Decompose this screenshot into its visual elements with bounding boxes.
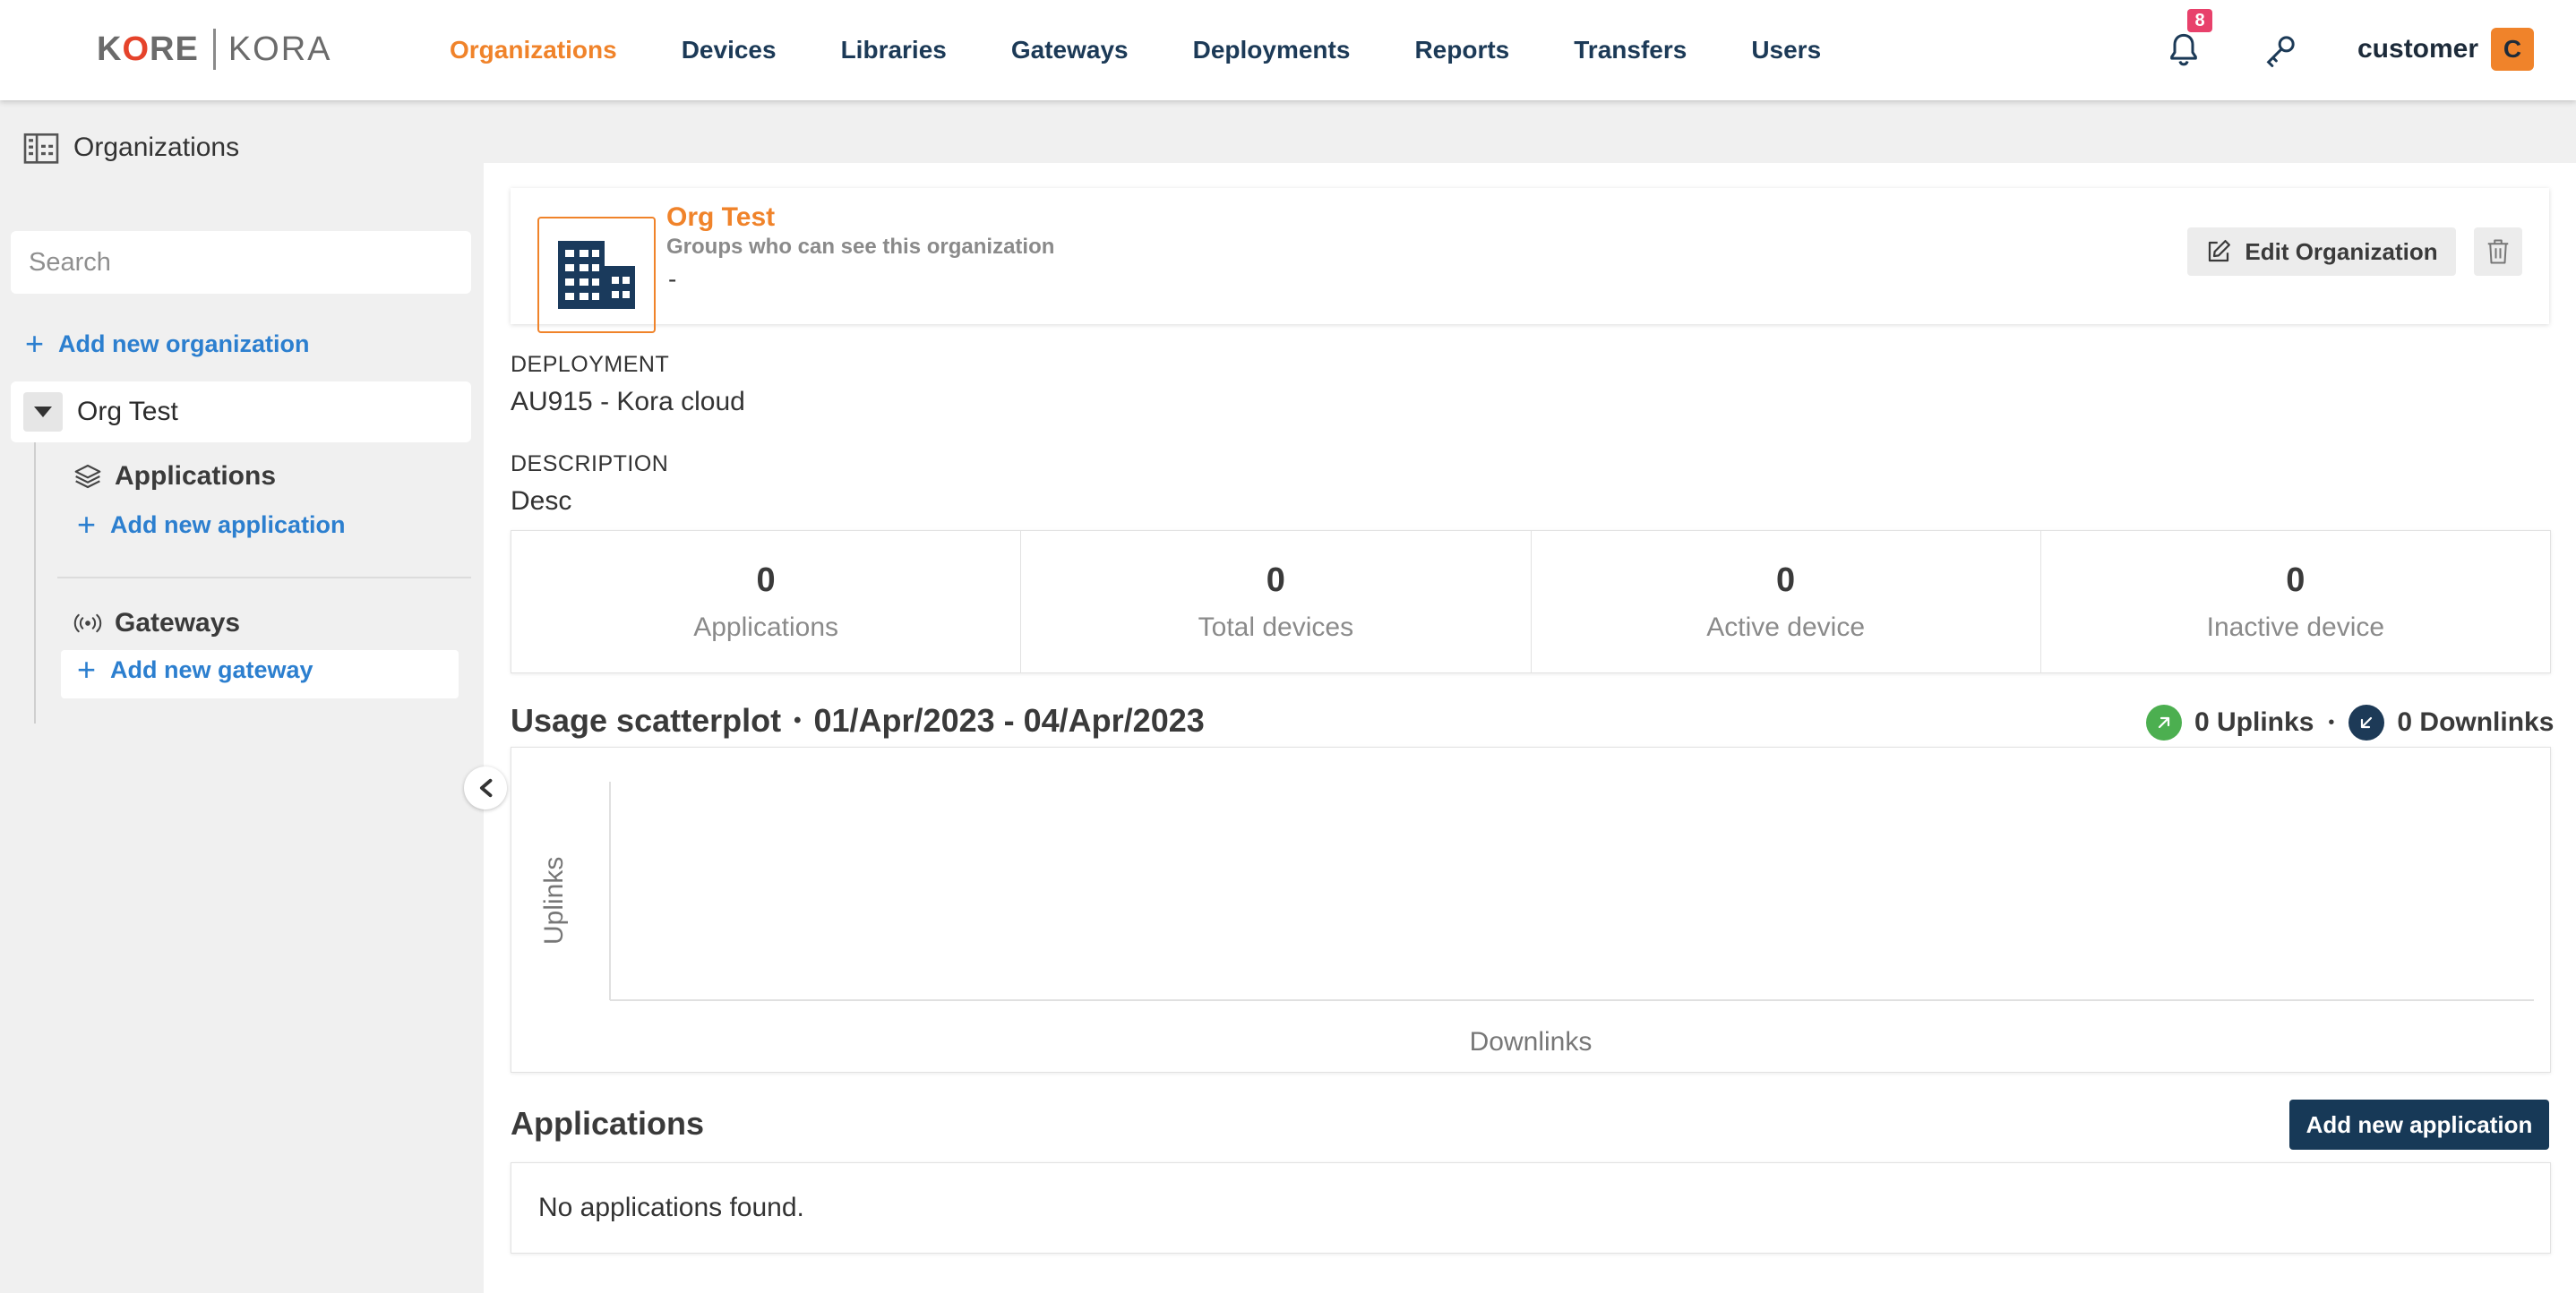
search-input[interactable]	[11, 231, 471, 294]
deployment-value: AU915 - Kora cloud	[511, 387, 745, 416]
downlink-arrow-icon	[2348, 705, 2385, 741]
stat-active-device: 0 Active device	[1532, 531, 2041, 672]
org-building-icon	[537, 217, 656, 333]
section-divider	[57, 577, 471, 578]
nav-deployments[interactable]: Deployments	[1193, 36, 1351, 64]
y-axis-label: Uplinks	[539, 856, 569, 945]
separator-dot: •	[2328, 712, 2335, 732]
groups-label: Groups who can see this organization	[666, 235, 1055, 259]
plus-icon: +	[25, 325, 45, 362]
layers-icon	[74, 464, 101, 489]
collapse-sidebar-button[interactable]	[464, 766, 507, 809]
brand-kora: KORA	[228, 30, 332, 68]
edit-organization-button[interactable]: Edit Organization	[2187, 227, 2456, 276]
add-gateway-label: Add new gateway	[110, 655, 313, 683]
notification-count-badge: 8	[2187, 9, 2212, 32]
antenna-icon	[73, 613, 102, 633]
usage-title-text: Usage scatterplot	[511, 702, 782, 739]
org-tree-name: Org Test	[77, 397, 178, 426]
downlinks-count: 0 Downlinks	[2397, 707, 2555, 737]
tree-connector	[34, 442, 36, 724]
building-icon	[23, 133, 59, 164]
nav-transfers[interactable]: Transfers	[1574, 36, 1687, 64]
add-new-application-button[interactable]: Add new application	[2289, 1100, 2549, 1150]
plus-icon: +	[77, 506, 97, 543]
trash-icon	[2487, 239, 2509, 264]
uplink-arrow-icon	[2146, 705, 2182, 741]
stats-panel: 0 Applications 0 Total devices 0 Active …	[511, 530, 2551, 673]
description-label: DESCRIPTION	[511, 451, 669, 476]
uplinks-count: 0 Uplinks	[2194, 707, 2314, 737]
stat-label: Total devices	[1198, 612, 1354, 642]
usage-scatterplot-title: Usage scatterplot • 01/Apr/2023 - 04/Apr…	[511, 702, 1205, 740]
scatter-plot-svg	[609, 782, 2534, 1001]
stat-label: Inactive device	[2206, 612, 2385, 642]
stat-value: 0	[2286, 561, 2306, 599]
delete-organization-button[interactable]	[2474, 227, 2522, 276]
avatar: C	[2491, 28, 2535, 71]
applications-section-title: Applications	[511, 1105, 705, 1142]
nav-users[interactable]: Users	[1751, 36, 1821, 64]
applications-section-label: Applications	[115, 461, 277, 491]
deployment-label: DEPLOYMENT	[511, 352, 670, 377]
plus-icon: +	[77, 651, 97, 688]
key-icon[interactable]	[2263, 32, 2298, 68]
x-axis-label: Downlinks	[1469, 1027, 1593, 1057]
stat-inactive-device: 0 Inactive device	[2041, 531, 2550, 672]
stat-value: 0	[756, 561, 776, 599]
org-title[interactable]: Org Test	[666, 202, 775, 233]
caret-down-icon[interactable]	[23, 392, 63, 432]
add-new-organization-link[interactable]: + Add new organization	[25, 328, 310, 360]
main-nav: Organizations Devices Libraries Gateways…	[450, 0, 1885, 100]
stat-label: Active device	[1706, 612, 1865, 642]
applications-list: No applications found.	[511, 1162, 2551, 1254]
logo-divider	[212, 29, 216, 70]
add-new-gateway-link[interactable]: + Add new gateway	[77, 654, 313, 686]
brand-kore: KORE	[97, 30, 199, 68]
nav-reports[interactable]: Reports	[1414, 36, 1509, 64]
gateways-section-label: Gateways	[115, 608, 241, 638]
stat-label: Applications	[693, 612, 838, 642]
kore-kora-logo[interactable]: KORE KORA	[97, 27, 332, 72]
username: customer	[2357, 34, 2479, 64]
user-menu[interactable]: customer C	[2357, 27, 2535, 72]
usage-scatter-chart: Uplinks Downlinks	[511, 747, 2551, 1073]
stat-total-devices: 0 Total devices	[1021, 531, 1532, 672]
applications-section-header[interactable]: Applications	[73, 457, 276, 496]
sidebar-title: Organizations	[23, 125, 239, 170]
edit-icon	[2209, 240, 2231, 262]
nav-libraries[interactable]: Libraries	[841, 36, 947, 64]
separator-dot: •	[794, 708, 802, 732]
empty-state-text: No applications found.	[538, 1193, 804, 1222]
top-navbar: KORE KORA Organizations Devices Librarie…	[0, 0, 2576, 100]
gateways-section-header[interactable]: Gateways	[73, 604, 240, 643]
stat-value: 0	[1776, 561, 1796, 599]
description-value: Desc	[511, 486, 572, 516]
add-application-label: Add new application	[110, 510, 346, 538]
add-org-label: Add new organization	[58, 330, 310, 357]
usage-legend: 0 Uplinks • 0 Downlinks	[2146, 702, 2554, 743]
usage-date-range: 01/Apr/2023 - 04/Apr/2023	[813, 702, 1205, 739]
nav-gateways[interactable]: Gateways	[1011, 36, 1129, 64]
chevron-left-icon	[479, 778, 493, 798]
bell-icon[interactable]	[2166, 30, 2202, 70]
stat-applications: 0 Applications	[511, 531, 1022, 672]
edit-organization-label: Edit Organization	[2245, 237, 2438, 265]
org-tree-item[interactable]: Org Test	[11, 381, 471, 442]
groups-value: -	[668, 265, 677, 293]
nav-organizations[interactable]: Organizations	[450, 36, 617, 64]
sidebar-title-label: Organizations	[73, 133, 240, 162]
stat-value: 0	[1266, 561, 1285, 599]
nav-devices[interactable]: Devices	[682, 36, 777, 64]
add-new-application-link[interactable]: + Add new application	[77, 509, 346, 541]
